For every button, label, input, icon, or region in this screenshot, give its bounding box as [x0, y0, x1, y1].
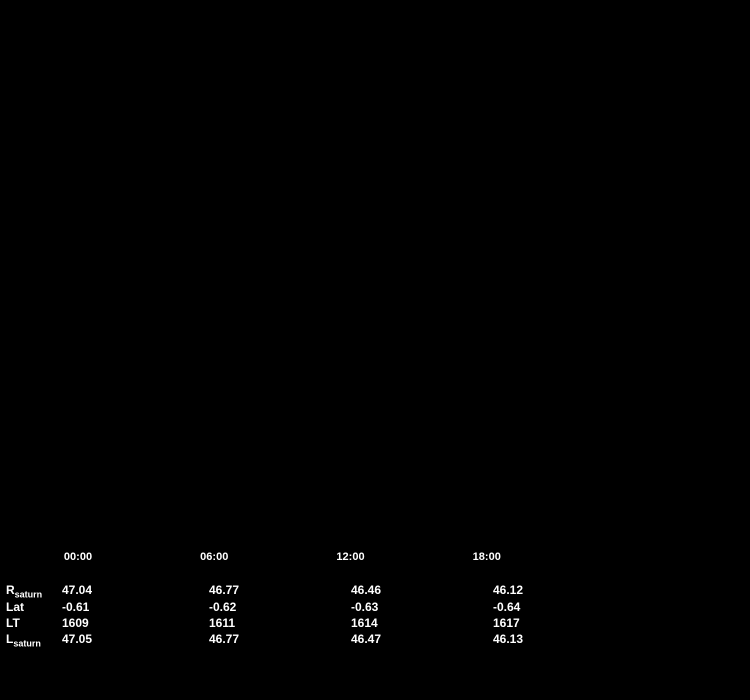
ephemeris-value-rsaturn-3: 46.12 [493, 583, 523, 597]
ephemeris-value-lat-3: -0.64 [493, 600, 520, 614]
ephemeris-label-lt: LT [6, 616, 20, 630]
ephemeris-value-lat-2: -0.63 [351, 600, 378, 614]
ephemeris-value-lsaturn-2: 46.47 [351, 632, 381, 646]
ephemeris-label-lat: Lat [6, 600, 24, 614]
ephemeris-value-lt-1: 1611 [209, 616, 235, 630]
ephemeris-value-rsaturn-2: 46.46 [351, 583, 381, 597]
time-tick-label-0000: 00:00 [58, 551, 98, 563]
ephemeris-value-lsaturn-0: 47.05 [62, 632, 92, 646]
time-tick-label-0600: 06:00 [194, 551, 234, 563]
inca-tof-plot-screen: 00:00 06:00 12:00 18:00 Rsaturn 47.04 46.77 46.… [0, 0, 750, 700]
ephemeris-label-rsaturn: Rsaturn [6, 583, 42, 599]
time-tick-label-1800: 18:00 [467, 551, 507, 563]
ephemeris-value-rsaturn-0: 47.04 [62, 583, 92, 597]
ephemeris-value-lsaturn-1: 46.77 [209, 632, 239, 646]
ephemeris-value-lsaturn-3: 46.13 [493, 632, 523, 646]
ephemeris-value-rsaturn-1: 46.77 [209, 583, 239, 597]
ephemeris-value-lat-1: -0.62 [209, 600, 236, 614]
ephemeris-value-lt-2: 1614 [351, 616, 378, 630]
ephemeris-value-lat-0: -0.61 [62, 600, 89, 614]
time-tick-label-1200: 12:00 [331, 551, 371, 563]
ephemeris-value-lt-3: 1617 [493, 616, 520, 630]
cassini-attitude-panel [0, 0, 300, 150]
ephemeris-label-subscript: saturn [15, 589, 43, 599]
ephemeris-label-lsaturn: Lsaturn [6, 632, 41, 648]
ephemeris-value-lt-0: 1609 [62, 616, 89, 630]
ephemeris-label-subscript: saturn [13, 638, 41, 648]
